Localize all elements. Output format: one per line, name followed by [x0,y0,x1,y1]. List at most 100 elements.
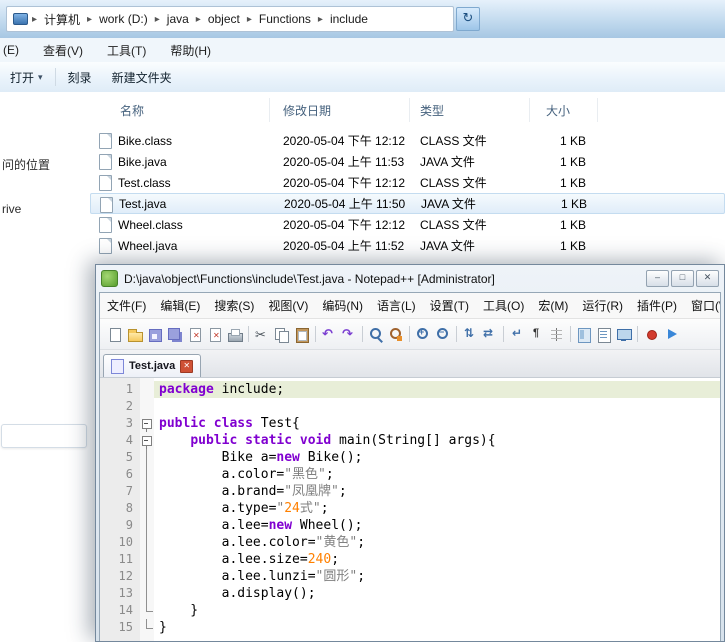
new-file-icon[interactable] [106,326,124,343]
word-wrap-icon[interactable] [508,326,526,343]
menu-item[interactable]: 视图(V) [261,297,315,314]
close-file-icon[interactable] [186,326,204,343]
code-text: } [154,619,720,636]
code-text: package include; [154,381,720,398]
save-icon[interactable] [146,326,164,343]
table-row[interactable]: Test.class2020-05-04 下午 12:12CLASS 文件1 K… [90,172,725,193]
doc-map-icon[interactable] [575,326,593,343]
tab-close-icon[interactable]: ✕ [180,360,193,373]
close-button[interactable]: ✕ [696,270,719,287]
notepadpp-titlebar[interactable]: D:\java\object\Functions\include\Test.ja… [96,265,724,292]
record-macro-icon[interactable] [642,326,660,343]
toolbar-separator [637,326,638,342]
tab-test-java[interactable]: Test.java ✕ [103,354,201,377]
menu-item[interactable]: 文件(F) [100,297,153,314]
code-token: ; [331,552,339,567]
menu-item[interactable]: 工具(T) [107,42,146,59]
code-token: main(String[] args){ [331,433,495,448]
refresh-button[interactable]: ↻ [456,7,480,31]
sync-h-icon[interactable] [481,326,499,343]
menu-item[interactable]: 插件(P) [630,297,684,314]
menu-item[interactable]: 设置(T) [423,297,476,314]
code-line: 2 [100,398,720,415]
zoom-out-icon[interactable] [434,326,452,343]
fold-collapse-icon[interactable] [140,432,154,449]
file-icon [99,175,112,191]
table-row[interactable]: Bike.class2020-05-04 下午 12:12CLASS 文件1 K… [90,130,725,151]
redo-icon[interactable] [340,326,358,343]
code-token: "黑色" [284,467,326,482]
code-text [154,398,720,415]
breadcrumb-item[interactable]: object [205,12,243,26]
replace-icon[interactable] [387,326,405,343]
menu-item[interactable]: 工具(O) [476,297,531,314]
find-icon[interactable] [367,326,385,343]
menu-item[interactable]: (E) [3,43,19,57]
file-name: Bike.java [90,155,270,169]
menu-item[interactable]: 窗口(W) [684,297,720,314]
maximize-button[interactable]: □ [671,270,694,287]
menu-item[interactable]: 语言(L) [370,297,423,314]
column-header-date[interactable]: 修改日期 [270,98,410,122]
code-token: public class [159,416,253,431]
file-size: 1 KB [530,239,598,253]
function-list-icon[interactable] [595,326,613,343]
breadcrumb-item[interactable]: 计算机 [41,11,83,28]
command-new-folder-button[interactable]: 新建文件夹 [102,69,182,86]
column-header-type[interactable]: 类型 [410,98,530,122]
menu-item[interactable]: 搜索(S) [207,297,261,314]
breadcrumb-item[interactable]: work (D:) [96,12,151,26]
table-row[interactable]: Wheel.java2020-05-04 上午 11:52JAVA 文件1 KB [90,235,725,256]
code-line: 6 a.color="黑色"; [100,466,720,483]
zoom-in-icon[interactable] [414,326,432,343]
save-all-icon[interactable] [166,326,184,343]
print-icon[interactable] [226,326,244,343]
code-token: a.lee.color= [159,535,316,550]
copy-icon[interactable] [273,326,291,343]
column-header-name[interactable]: 名称 [90,98,270,122]
menu-item[interactable]: 帮助(H) [170,42,211,59]
fold-collapse-icon[interactable] [140,415,154,432]
command-open-button[interactable]: 打开▾ [0,69,53,86]
monitor-icon[interactable] [615,326,633,343]
open-icon[interactable] [126,326,144,343]
code-editor[interactable]: 1package include;23public class Test{4 p… [100,378,720,641]
file-type: CLASS 文件 [410,174,530,191]
undo-icon[interactable] [320,326,338,343]
sidebar-item-recent-places[interactable]: 问的位置 [2,156,50,173]
column-header-size[interactable]: 大小 [530,98,598,122]
table-row[interactable]: Wheel.class2020-05-04 下午 12:12CLASS 文件1 … [90,214,725,235]
file-type: JAVA 文件 [410,153,530,170]
code-text: a.lee=new Wheel(); [154,517,720,534]
sync-v-icon[interactable] [461,326,479,343]
paste-icon[interactable] [293,326,311,343]
table-row[interactable]: Test.java2020-05-04 上午 11:50JAVA 文件1 KB [90,193,725,214]
explorer-titlebar[interactable]: ▸计算机▸work (D:)▸java▸object▸Functions▸inc… [0,0,725,39]
menu-item[interactable]: 编辑(E) [153,297,207,314]
cut-icon[interactable] [253,326,271,343]
menu-item[interactable]: 查看(V) [43,42,83,59]
menu-item[interactable]: 编码(N) [315,297,370,314]
code-token: public static void [190,433,331,448]
code-line: 3public class Test{ [100,415,720,432]
menu-item[interactable]: 运行(R) [575,297,630,314]
close-all-icon[interactable] [206,326,224,343]
show-all-chars-icon[interactable] [528,326,546,343]
address-bar[interactable]: ▸计算机▸work (D:)▸java▸object▸Functions▸inc… [6,6,454,32]
sidebar-item-drive[interactable]: rive [2,202,21,216]
breadcrumb-item[interactable]: java [164,12,192,26]
indent-guide-icon[interactable] [548,326,566,343]
table-row[interactable]: Bike.java2020-05-04 上午 11:53JAVA 文件1 KB [90,151,725,172]
code-token: ; [357,569,365,584]
minimize-button[interactable]: – [646,270,669,287]
explorer-menubar: (E) 查看(V) 工具(T) 帮助(H) [0,38,725,63]
file-date: 2020-05-04 上午 11:50 [271,195,411,212]
line-number: 15 [100,619,140,636]
play-macro-icon[interactable] [662,326,680,343]
sidebar-box [1,424,87,448]
breadcrumb-item[interactable]: include [327,12,371,26]
file-date: 2020-05-04 下午 12:12 [270,132,410,149]
command-burn-button[interactable]: 刻录 [58,69,102,86]
menu-item[interactable]: 宏(M) [531,297,575,314]
breadcrumb-item[interactable]: Functions [256,12,314,26]
